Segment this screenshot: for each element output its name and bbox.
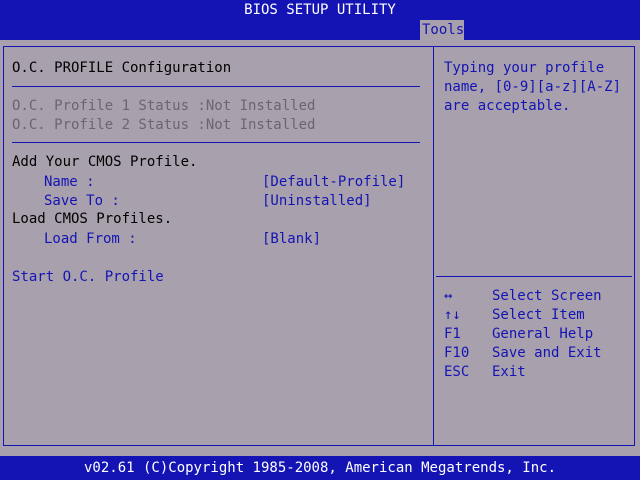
load-profiles-heading: Load CMOS Profiles. — [12, 211, 173, 227]
copyright-footer: v02.61 (C)Copyright 1985-2008, American … — [0, 456, 640, 480]
help-line-1: Typing your profile — [444, 60, 605, 76]
save-to-value[interactable]: [Uninstalled] — [262, 192, 372, 210]
section-title: O.C. PROFILE Configuration — [12, 60, 232, 76]
left-right-arrow-icon: ↔ — [444, 288, 453, 304]
panel-divider — [433, 46, 434, 446]
key-f10: F10 — [444, 345, 470, 361]
save-to-label[interactable]: Save To : — [44, 192, 120, 210]
load-from-value[interactable]: [Blank] — [262, 230, 321, 248]
key-desc-select-screen: Select Screen — [492, 288, 602, 304]
key-f1: F1 — [444, 326, 461, 342]
key-desc-select-item: Select Item — [492, 307, 585, 323]
name-value[interactable]: [Default-Profile] — [262, 173, 405, 191]
bios-title-bar: BIOS SETUP UTILITY — [0, 0, 640, 20]
profile-2-status: O.C. Profile 2 Status :Not Installed — [12, 117, 316, 133]
up-down-arrow-icon: ↑↓ — [444, 307, 461, 323]
profile-1-status: O.C. Profile 1 Status :Not Installed — [12, 98, 316, 114]
copyright-text: v02.61 (C)Copyright 1985-2008, American … — [83, 460, 556, 476]
help-line-3: are acceptable. — [444, 98, 571, 114]
tab-tools[interactable]: Tools — [420, 20, 464, 40]
load-from-label[interactable]: Load From : — [44, 230, 137, 248]
name-label[interactable]: Name : — [44, 173, 95, 191]
start-oc-profile[interactable]: Start O.C. Profile — [12, 268, 164, 286]
status-separator — [12, 142, 420, 143]
section-separator — [12, 86, 420, 87]
key-desc-general-help: General Help — [492, 326, 594, 342]
key-desc-exit: Exit — [492, 364, 526, 380]
key-esc: ESC — [444, 364, 470, 380]
bios-title: BIOS SETUP UTILITY — [244, 2, 396, 18]
tab-bar: Tools — [0, 20, 640, 40]
key-desc-save-exit: Save and Exit — [492, 345, 602, 361]
help-line-2: name, [0-9][a-z][A-Z] — [444, 79, 622, 95]
add-profile-heading: Add Your CMOS Profile. — [12, 154, 198, 170]
help-separator — [436, 276, 632, 277]
